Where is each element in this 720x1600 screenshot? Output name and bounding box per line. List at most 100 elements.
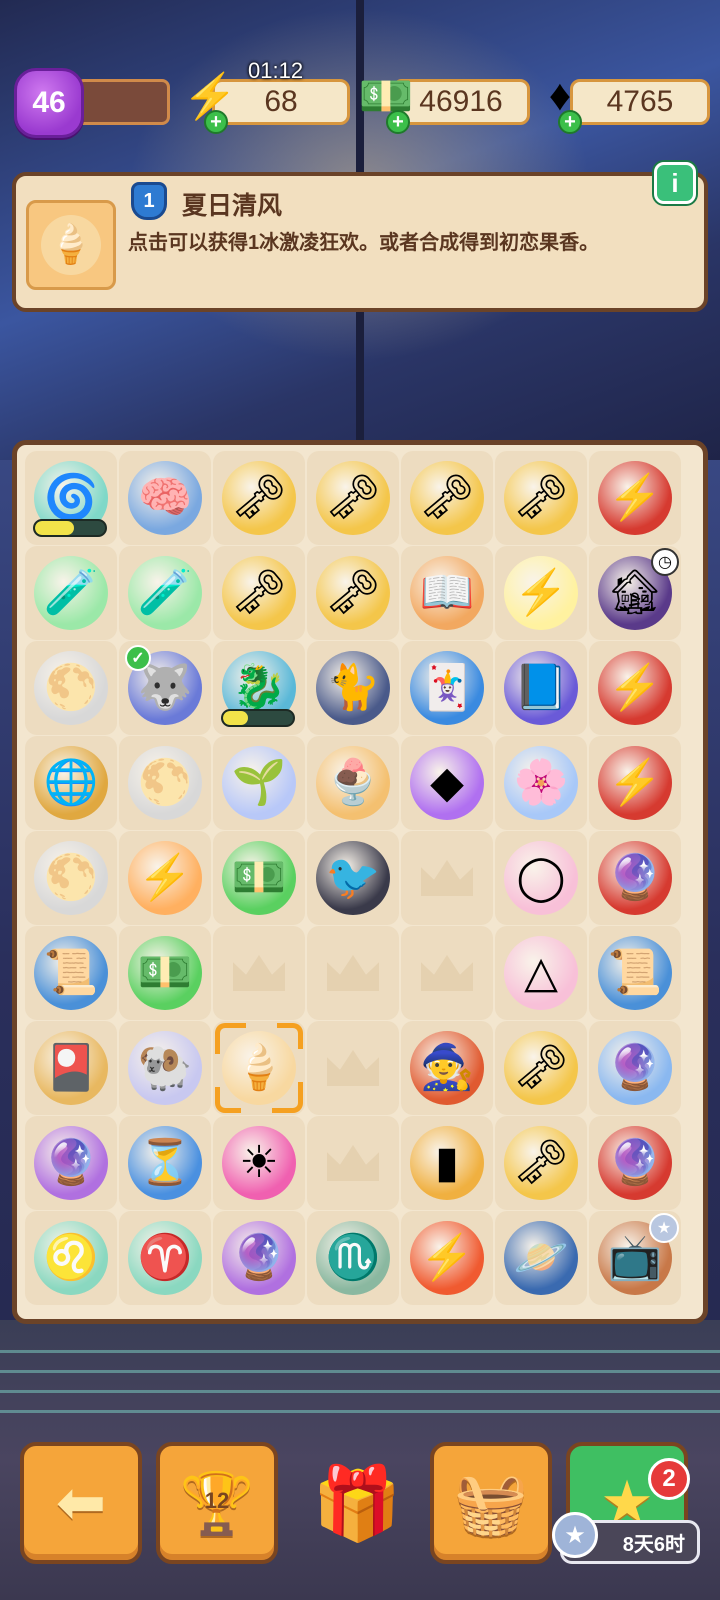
board-cell[interactable]: 🔮 (589, 1021, 681, 1115)
board-cell[interactable]: 🧠 (119, 451, 211, 545)
board-cell[interactable] (401, 831, 493, 925)
progress-fill (35, 521, 74, 535)
board-cell[interactable]: 🐦 (307, 831, 399, 925)
board-cell[interactable]: 📺 ★ (589, 1211, 681, 1305)
ice-cream-scoop-icon: 🍦 (41, 215, 101, 275)
board-cell[interactable]: ♌ (25, 1211, 117, 1305)
back-button[interactable]: ⬅ (20, 1442, 142, 1564)
moon-orb-icon: 🌕 (34, 841, 108, 915)
board-cell[interactable]: 🍦 (213, 1021, 305, 1115)
board-cell[interactable]: 🔮 (589, 831, 681, 925)
board-cell[interactable]: ▮ (401, 1116, 493, 1210)
item-description: 点击可以获得1冰激凌狂欢。或者合成得到初恋果香。 (128, 232, 600, 254)
cash-value: 46916 (419, 85, 503, 118)
board-grid: 🌀 🧠 🗝 🗝 🗝 🗝 ⚡ 🧪 🧪 🗝 🗝 📖 ⚡ 🏚 ◷ 🌕 🐺 ✓ 🐉 🐈 🃏 📘 ⚡ 🌐 🌕 🌱 🍨 ◆ 🌸 ⚡ 🌕 ⚡ 💵 🐦 ◯ 🔮 📜 💵 △ 📜… (25, 451, 695, 1305)
ruby-key-icon: 🗝 (222, 461, 296, 535)
board-cell[interactable]: 💵 (119, 926, 211, 1020)
board-cell[interactable]: 🔮 (589, 1116, 681, 1210)
board-cell[interactable]: 🗝 (495, 451, 587, 545)
basket-button[interactable]: 🧺 (430, 1442, 552, 1564)
board-cell[interactable]: 🌱 (213, 736, 305, 830)
board-cell[interactable]: 🗝 (307, 451, 399, 545)
aries-ram-icon: ♈ (128, 1221, 202, 1295)
crystal-ball-girl-icon: 🔮 (598, 1126, 672, 1200)
board-cell[interactable]: 📖 (401, 546, 493, 640)
board-cell[interactable]: 🗝 (495, 1021, 587, 1115)
empty-slot-crown-icon (421, 860, 473, 896)
board-cell[interactable]: ◯ (495, 831, 587, 925)
board-cell[interactable]: ⚡ (401, 1211, 493, 1305)
add-energy-icon[interactable]: + (204, 110, 228, 134)
item-info-panel: 🍦 1 夏日清风 点击可以获得1冰激凌狂欢。或者合成得到初恋果香。 i (12, 162, 708, 312)
board-cell[interactable]: ♏ (307, 1211, 399, 1305)
board-cell[interactable]: 🃏 (401, 641, 493, 735)
board-cell[interactable]: ♈ (119, 1211, 211, 1305)
lightning-witch-icon: ⚡ (598, 651, 672, 725)
board-cell[interactable]: 🧙 (401, 1021, 493, 1115)
crow-icon: 🐦 (316, 841, 390, 915)
board-cell[interactable]: 📜 (25, 926, 117, 1020)
board-cell[interactable]: 🏚 ◷ (589, 546, 681, 640)
reading-girl-icon: 📖 (410, 556, 484, 630)
board-cell[interactable]: 🐈 (307, 641, 399, 735)
board-cell[interactable]: 📘 (495, 641, 587, 735)
lightning-orb-icon: ⚡ (410, 1221, 484, 1295)
board-cell[interactable]: ☀ (213, 1116, 305, 1210)
board-cell[interactable]: 🐏 (119, 1021, 211, 1115)
board-cell[interactable]: 🧪 (25, 546, 117, 640)
empty-slot-crown-icon (233, 955, 285, 991)
board-cell[interactable]: 🔮 (25, 1116, 117, 1210)
board-cell[interactable]: 🎴 (25, 1021, 117, 1115)
trophy-button[interactable]: 🏆 12 (156, 1442, 278, 1564)
add-cash-icon[interactable]: + (386, 110, 410, 134)
board-cell[interactable]: ⏳ (119, 1116, 211, 1210)
cash-pile-icon: 💵 (128, 936, 202, 1010)
board-cell[interactable]: 📜 (589, 926, 681, 1020)
board-cell[interactable]: ⚡ (119, 831, 211, 925)
ruby-key-icon: 🗝 (504, 1126, 578, 1200)
board-cell[interactable]: 🪐 (495, 1211, 587, 1305)
board-cell[interactable]: 💵 (213, 831, 305, 925)
sprout-spirit-icon: 🌱 (222, 746, 296, 820)
board-cell[interactable]: 🌸 (495, 736, 587, 830)
flower-spirit-icon: 🌸 (504, 746, 578, 820)
board-cell[interactable]: 🧪 (119, 546, 211, 640)
board-cell[interactable]: 🗝 (213, 546, 305, 640)
treasure-chest-button[interactable]: 🎁 (302, 1448, 412, 1558)
blue-card-icon: 🃏 (410, 651, 484, 725)
board-cell[interactable] (401, 926, 493, 1020)
board-cell[interactable] (307, 1116, 399, 1210)
potion-tube-icon: 🧪 (128, 556, 202, 630)
board-cell[interactable]: 🐺 ✓ (119, 641, 211, 735)
board-cell[interactable]: ⚡ (589, 736, 681, 830)
board-cell[interactable] (307, 926, 399, 1020)
gem-counter[interactable]: 4765 (570, 79, 710, 125)
info-button[interactable]: i (654, 162, 696, 204)
board-cell[interactable]: 🌐 (25, 736, 117, 830)
tier-value: 1 (143, 189, 155, 212)
board-cell[interactable]: 🗝 (213, 451, 305, 545)
add-gem-icon[interactable]: + (558, 110, 582, 134)
board-cell[interactable]: 🐉 (213, 641, 305, 735)
board-cell[interactable]: ⚡ (495, 546, 587, 640)
tarot-cards-icon: 🎴 (34, 1031, 108, 1105)
board-cell[interactable]: ⚡ (589, 451, 681, 545)
lightning-witch-icon: ⚡ (598, 461, 672, 535)
board-cell[interactable]: 🗝 (495, 1116, 587, 1210)
board-cell[interactable]: 🌕 (25, 641, 117, 735)
board-cell[interactable]: ◆ (401, 736, 493, 830)
board-cell[interactable] (213, 926, 305, 1020)
ruby-key-icon: 🗝 (504, 1031, 578, 1105)
board-cell[interactable]: ⚡ (589, 641, 681, 735)
board-cell[interactable]: 🌀 (25, 451, 117, 545)
leo-lion-icon: ♌ (34, 1221, 108, 1295)
board-cell[interactable]: 🗝 (307, 546, 399, 640)
board-cell[interactable]: 🔮 (213, 1211, 305, 1305)
board-cell[interactable] (307, 1021, 399, 1115)
board-cell[interactable]: 🌕 (25, 831, 117, 925)
board-cell[interactable]: 🌕 (119, 736, 211, 830)
level-badge[interactable]: 46 (14, 68, 84, 138)
board-cell[interactable]: 🍨 (307, 736, 399, 830)
board-cell[interactable]: △ (495, 926, 587, 1020)
board-cell[interactable]: 🗝 (401, 451, 493, 545)
